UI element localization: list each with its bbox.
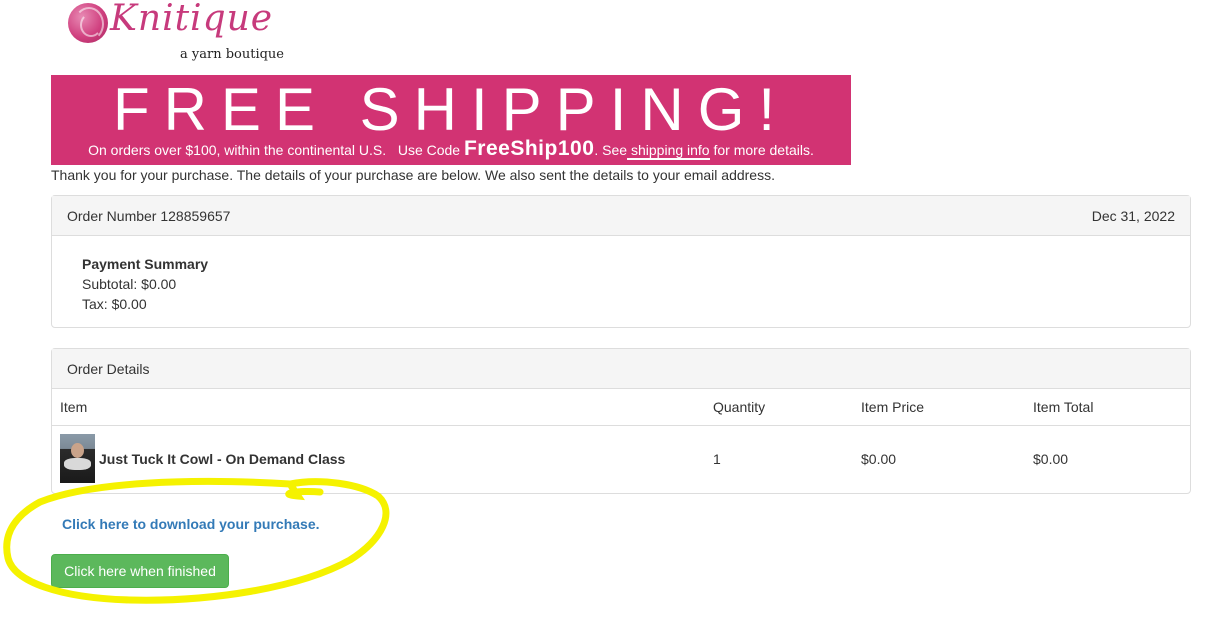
product-thumbnail (60, 434, 95, 483)
order-details-heading: Order Details (52, 349, 1190, 389)
column-header-item-price: Item Price (861, 399, 925, 415)
finished-button[interactable]: Click here when finished (51, 554, 229, 588)
download-purchase-link[interactable]: Click here to download your purchase. (62, 516, 320, 532)
logo-brand-text: Knitique (110, 0, 274, 39)
order-number: Order Number 128859657 (67, 207, 231, 224)
order-details-panel: Order Details Item Quantity Item Price I… (51, 348, 1191, 494)
order-details-table-header: Item Quantity Item Price Item Total (52, 389, 1190, 426)
column-header-item-total: Item Total (1033, 399, 1094, 415)
item-price: $0.00 (861, 451, 897, 467)
banner-sub-suffix: for more details. (709, 142, 814, 158)
yarn-ball-icon (68, 3, 108, 43)
shipping-info-link[interactable]: shipping info (627, 142, 710, 160)
banner-headline: FREE SHIPPING! (112, 76, 790, 143)
thumbnail-cowl (64, 458, 91, 470)
order-summary-panel: Order Number 128859657 Dec 31, 2022 Paym… (51, 195, 1191, 328)
payment-summary-title: Payment Summary (82, 256, 209, 272)
item-quantity: 1 (713, 451, 721, 467)
table-row: Just Tuck It Cowl - On Demand Class 1 $0… (52, 426, 1190, 492)
payment-subtotal: Subtotal: $0.00 (82, 276, 177, 292)
order-details-title: Order Details (67, 360, 150, 377)
order-panel-heading: Order Number 128859657 Dec 31, 2022 (52, 196, 1190, 236)
promo-code: FreeShip100 (463, 137, 595, 160)
thank-you-message: Thank you for your purchase. The details… (51, 167, 775, 183)
logo-tagline: a yarn boutique (180, 47, 284, 62)
banner-sub-prefix: On orders over $100, within the continen… (88, 142, 464, 158)
column-header-quantity: Quantity (713, 399, 766, 415)
banner-sub-mid: . See (594, 142, 628, 158)
banner-subtext: On orders over $100, within the continen… (51, 137, 851, 161)
item-name: Just Tuck It Cowl - On Demand Class (99, 451, 346, 467)
order-date: Dec 31, 2022 (1091, 207, 1175, 224)
item-total: $0.00 (1033, 451, 1069, 467)
column-header-item: Item (60, 399, 88, 415)
payment-summary: Payment Summary Subtotal: $0.00 Tax: $0.… (52, 236, 1190, 332)
knitique-logo[interactable]: Knitique a yarn boutique (66, 0, 296, 74)
thumbnail-face (71, 443, 84, 458)
free-shipping-banner: FREE SHIPPING! On orders over $100, with… (51, 75, 851, 165)
payment-tax: Tax: $0.00 (82, 296, 147, 312)
